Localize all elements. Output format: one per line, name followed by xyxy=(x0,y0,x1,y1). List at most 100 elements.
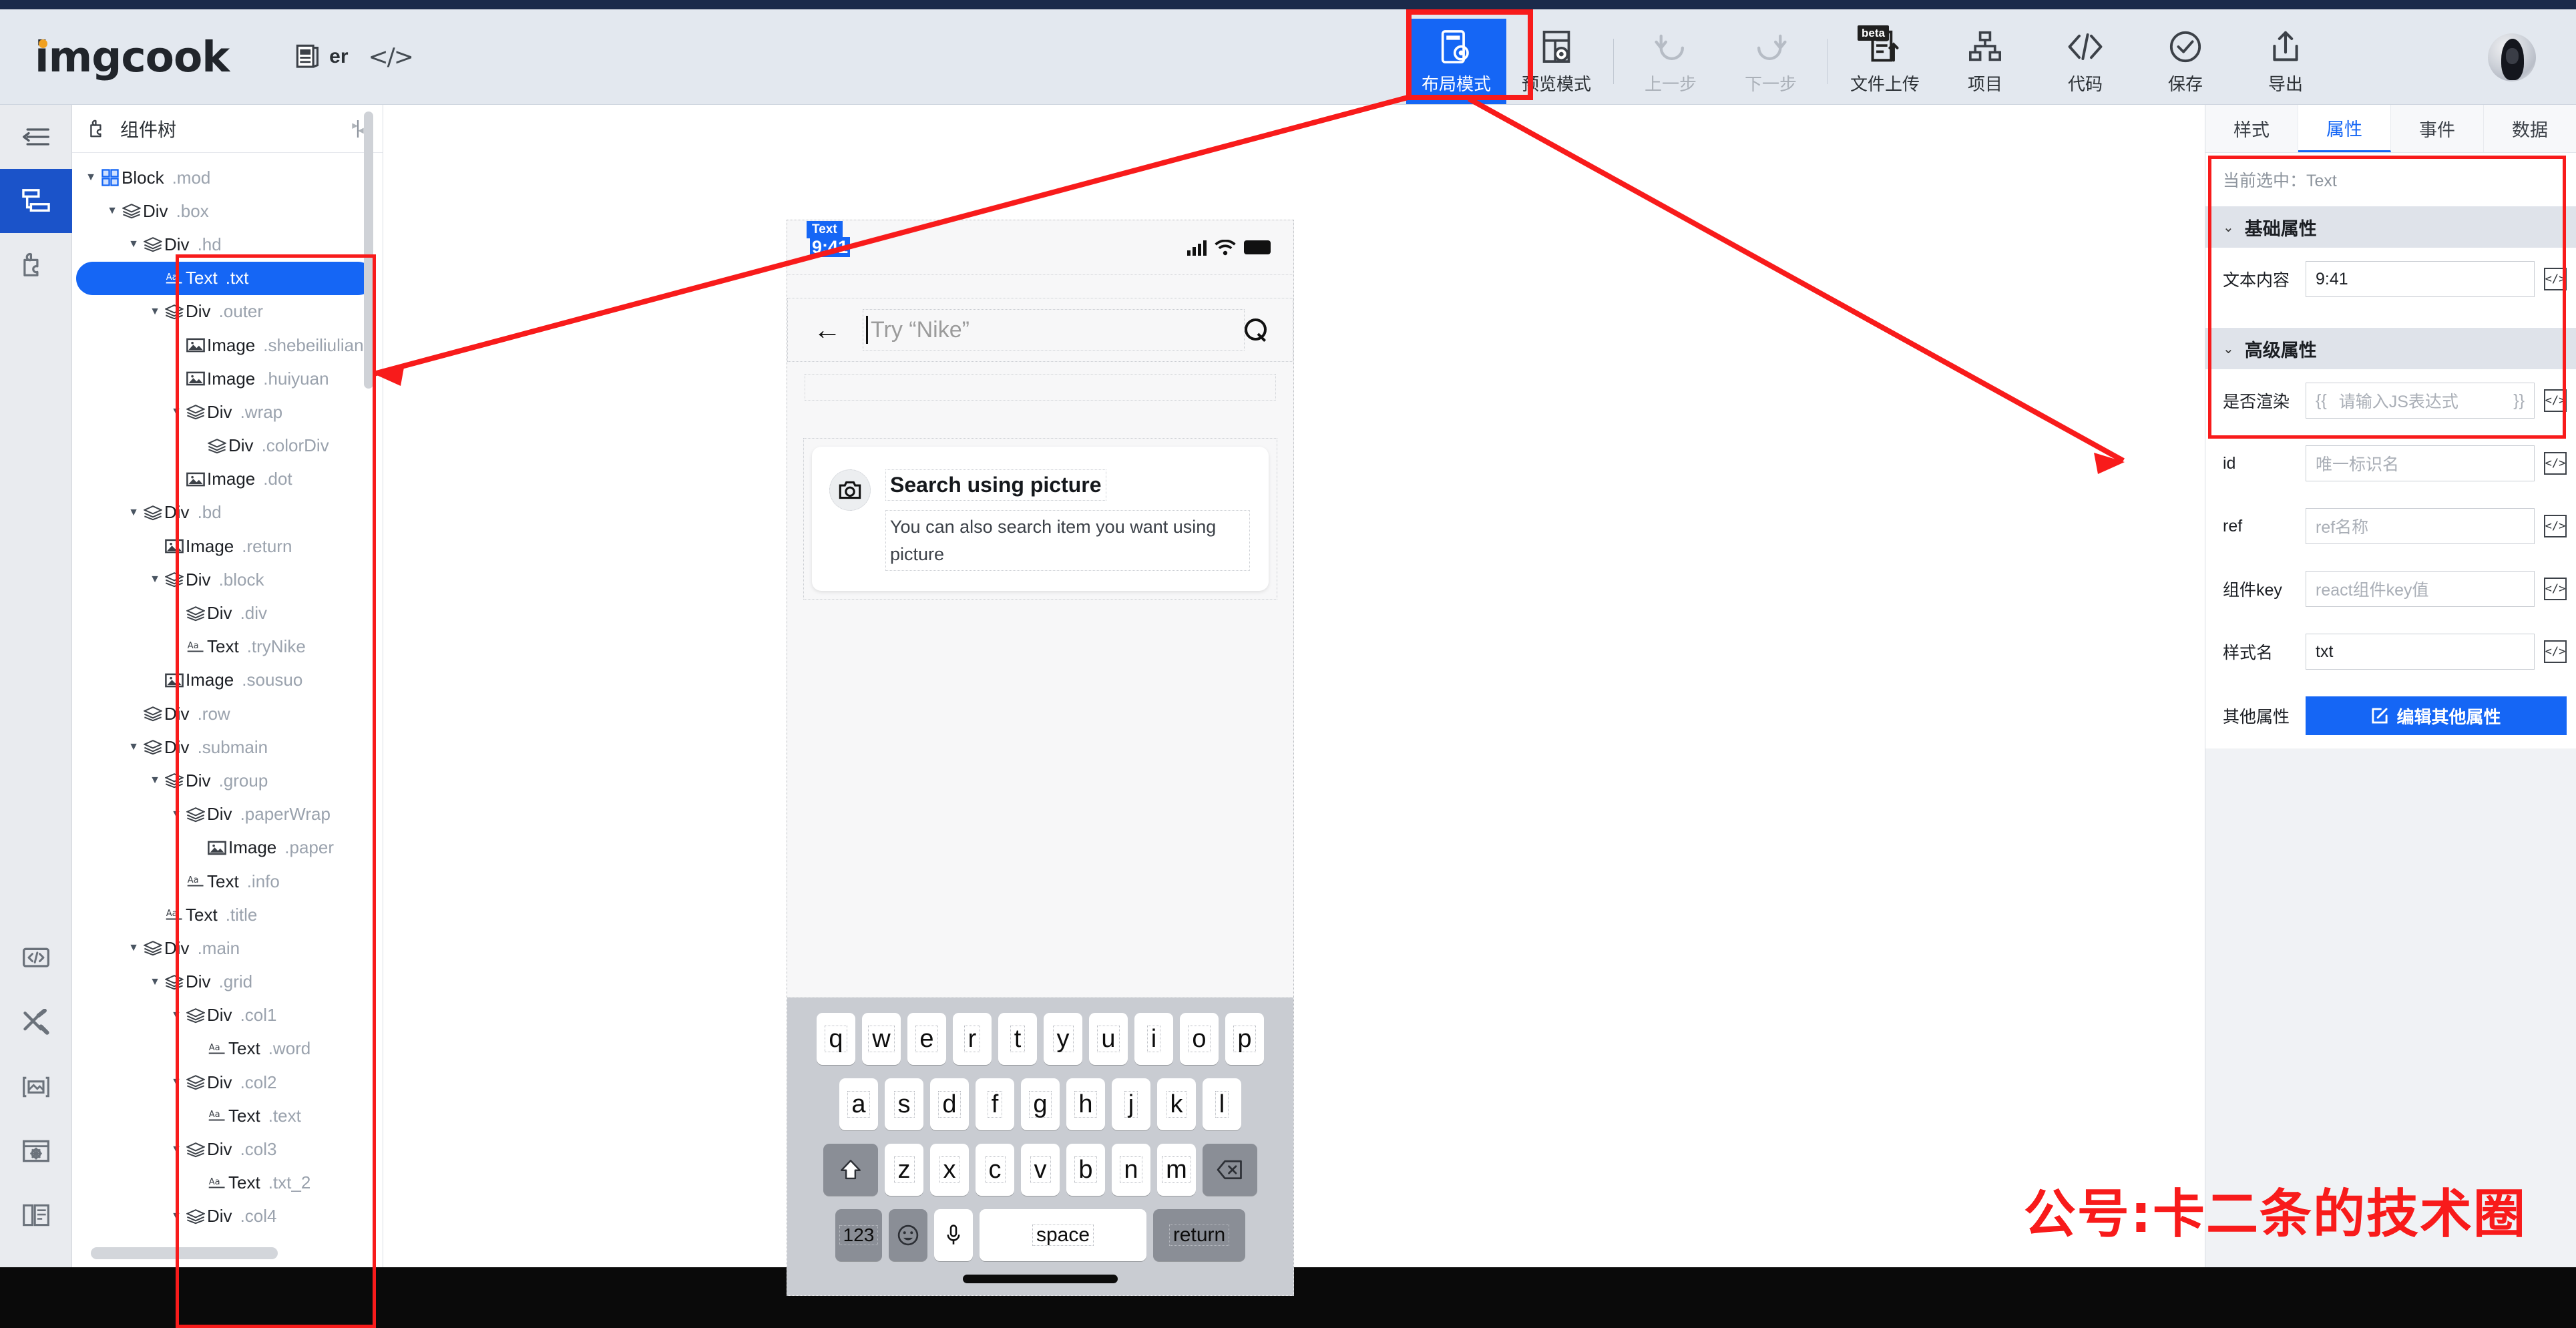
search-input[interactable]: Try “Nike” xyxy=(863,309,1245,351)
rail-tools[interactable] xyxy=(0,991,72,1055)
toolbar-code[interactable]: 代码 xyxy=(2035,19,2135,104)
rail-component-tree[interactable] xyxy=(0,169,72,233)
header-code-icon[interactable]: </> xyxy=(369,43,414,71)
rail-code-window[interactable] xyxy=(0,927,72,991)
field-text-content-code-button[interactable]: </> xyxy=(2544,268,2567,290)
key-z[interactable]: z xyxy=(885,1144,923,1196)
toolbar-preview-mode[interactable]: 预览模式 xyxy=(1506,19,1606,104)
key-h[interactable]: h xyxy=(1066,1078,1105,1130)
field-render-condition-input[interactable]: {{ 请输入JS表达式 }} xyxy=(2306,383,2535,419)
tree-node[interactable]: ▼ Div .col3 xyxy=(76,1132,383,1166)
toolbar-export[interactable]: 导出 xyxy=(2235,19,2336,104)
tree-node[interactable]: ▼ Div .box xyxy=(76,194,383,228)
key-d[interactable]: d xyxy=(930,1078,969,1130)
key-n[interactable]: n xyxy=(1112,1144,1150,1196)
rail-collapse-panel[interactable] xyxy=(0,105,72,169)
key-emoji[interactable] xyxy=(889,1209,927,1261)
chevron-down-icon[interactable]: ▼ xyxy=(168,1076,184,1088)
tree-node[interactable]: ▼ Div .paperWrap xyxy=(76,798,383,831)
key-return[interactable]: return xyxy=(1153,1209,1245,1261)
tree-node[interactable]: ▼ Div .col4 xyxy=(76,1200,383,1233)
chevron-down-icon[interactable]: ▼ xyxy=(126,507,142,519)
key-i[interactable]: i xyxy=(1134,1013,1173,1065)
chevron-down-icon[interactable]: ▼ xyxy=(168,406,184,418)
key-backspace[interactable] xyxy=(1203,1144,1257,1196)
chevron-down-icon[interactable]: ▼ xyxy=(126,942,142,954)
key-w[interactable]: w xyxy=(862,1013,901,1065)
properties-tab[interactable]: 样式 xyxy=(2205,105,2298,152)
chevron-down-icon[interactable]: ▼ xyxy=(147,306,163,318)
toolbar-save[interactable]: 保存 xyxy=(2135,19,2235,104)
key-u[interactable]: u xyxy=(1089,1013,1128,1065)
search-icon[interactable] xyxy=(1245,318,1267,341)
tree-node[interactable]: ▼ Div .submain xyxy=(76,730,383,764)
key-numbers[interactable]: 123 xyxy=(835,1209,882,1261)
tree-node[interactable]: Image .paper xyxy=(76,831,383,865)
field-text-content-input[interactable]: 9:41 xyxy=(2306,261,2535,297)
chevron-down-icon[interactable]: ▼ xyxy=(83,172,99,184)
tree-node[interactable]: Image .sousuo xyxy=(76,664,383,697)
tree-node[interactable]: Div .div xyxy=(76,596,383,630)
tree-node[interactable]: ▼ Div .wrap xyxy=(76,395,383,429)
tree-node[interactable]: ▼ Div .col2 xyxy=(76,1066,383,1099)
tree-node[interactable]: Aa Text .info xyxy=(76,865,383,898)
chevron-down-icon[interactable]: ▼ xyxy=(126,741,142,753)
toolbar-file-upload[interactable]: beta 文件上传 xyxy=(1835,19,1935,104)
field-id-code-button[interactable]: </> xyxy=(2544,452,2567,475)
toolbar-layout-mode[interactable]: 布局模式 xyxy=(1406,19,1506,104)
tree-node[interactable]: ▼ Div .main xyxy=(76,931,383,965)
rail-document-stack[interactable] xyxy=(0,1183,72,1247)
edit-other-properties-button[interactable]: 编辑其他属性 xyxy=(2306,696,2567,735)
key-j[interactable]: j xyxy=(1112,1078,1150,1130)
key-a[interactable]: a xyxy=(839,1078,878,1130)
field-ref-input[interactable]: ref名称 xyxy=(2306,508,2535,544)
tree-node[interactable]: Div .row xyxy=(76,697,383,730)
properties-tab[interactable]: 属性 xyxy=(2298,105,2391,152)
tree-node[interactable]: Aa Text .text xyxy=(76,1099,383,1132)
rail-puzzle[interactable] xyxy=(0,233,72,297)
chevron-down-icon[interactable]: ▼ xyxy=(147,574,163,586)
tree-node[interactable]: ▼ Div .hd xyxy=(76,228,383,261)
key-s[interactable]: s xyxy=(885,1078,923,1130)
key-r[interactable]: r xyxy=(953,1013,992,1065)
rail-settings-window[interactable] xyxy=(0,1119,72,1183)
chevron-down-icon[interactable]: ▼ xyxy=(168,1144,184,1156)
tree-node[interactable]: Aa Text .title xyxy=(76,898,383,931)
user-avatar[interactable] xyxy=(2488,33,2536,81)
back-arrow-icon[interactable]: ← xyxy=(807,316,848,344)
key-x[interactable]: x xyxy=(930,1144,969,1196)
properties-tab[interactable]: 事件 xyxy=(2391,105,2484,152)
field-class-name-input[interactable]: txt xyxy=(2306,634,2535,670)
field-render-condition-code-button[interactable]: </> xyxy=(2544,389,2567,412)
toolbar-project[interactable]: 项目 xyxy=(1935,19,2035,104)
key-c[interactable]: c xyxy=(976,1144,1014,1196)
key-p[interactable]: p xyxy=(1225,1013,1264,1065)
field-ref-code-button[interactable]: </> xyxy=(2544,515,2567,537)
key-b[interactable]: b xyxy=(1066,1144,1105,1196)
toolbar-redo[interactable]: 下一步 xyxy=(1721,19,1821,104)
app-logo[interactable]: imgcook xyxy=(35,33,230,81)
tree-node[interactable]: Aa Text .word xyxy=(76,1032,383,1066)
tree-node[interactable]: ▼ Div .bd xyxy=(76,496,383,529)
key-q[interactable]: q xyxy=(817,1013,855,1065)
chevron-down-icon[interactable]: ▼ xyxy=(168,809,184,821)
advanced-properties-header[interactable]: ⌄ 高级属性 xyxy=(2205,328,2576,369)
key-space[interactable]: space xyxy=(980,1209,1146,1261)
key-l[interactable]: l xyxy=(1203,1078,1241,1130)
tree-node[interactable]: Div .colorDiv xyxy=(76,429,383,463)
basic-properties-header[interactable]: ⌄ 基础属性 xyxy=(2205,206,2576,248)
key-g[interactable]: g xyxy=(1021,1078,1060,1130)
chevron-down-icon[interactable]: ▼ xyxy=(168,1210,184,1223)
key-v[interactable]: v xyxy=(1021,1144,1060,1196)
tree-node[interactable]: ▼ Div .col1 xyxy=(76,999,383,1032)
key-y[interactable]: y xyxy=(1044,1013,1082,1065)
tree-node[interactable]: Aa Text .txt xyxy=(76,261,375,295)
chevron-down-icon[interactable]: ▼ xyxy=(104,205,120,217)
properties-tab[interactable]: 数据 xyxy=(2484,105,2576,152)
tree-node[interactable]: ▼ Div .grid xyxy=(76,965,383,999)
tree-vertical-scrollbar[interactable] xyxy=(364,112,373,389)
field-class-name-code-button[interactable]: </> xyxy=(2544,640,2567,663)
key-f[interactable]: f xyxy=(976,1078,1014,1130)
key-o[interactable]: o xyxy=(1180,1013,1219,1065)
tree-node[interactable]: Image .shebeiliulian xyxy=(76,328,383,362)
